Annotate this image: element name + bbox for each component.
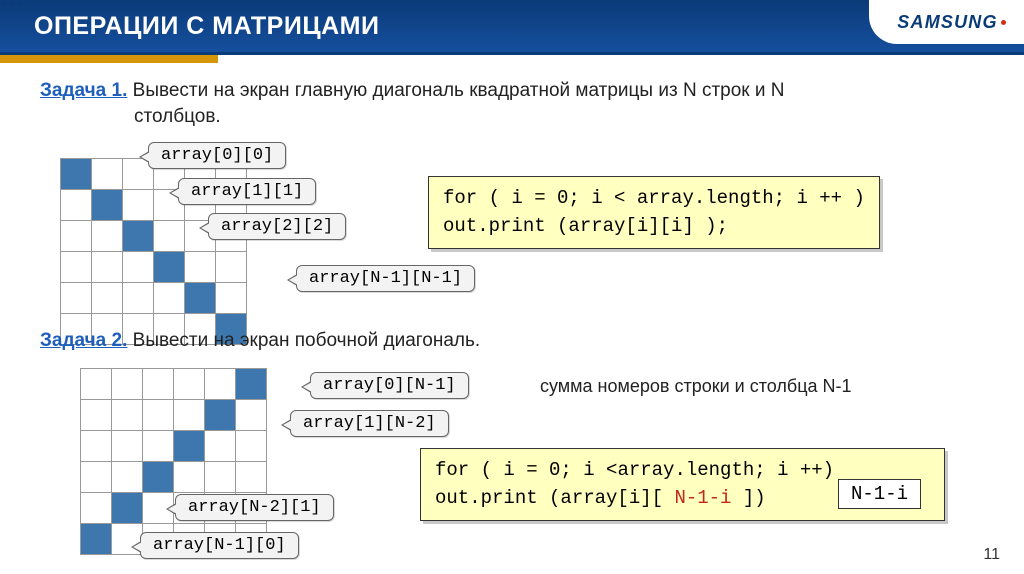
accent-tab — [0, 55, 218, 63]
logo-tab: SAMSUNG — [869, 0, 1024, 44]
slide-title: ОПЕРАЦИИ С МАТРИЦАМИ — [34, 12, 379, 41]
samsung-logo: SAMSUNG — [887, 12, 1005, 33]
callout-array-1-n2: array[1][N-2] — [290, 410, 449, 437]
callout-array-2-2: array[2][2] — [208, 213, 346, 240]
callout-array-0-n1: array[0][N-1] — [310, 372, 469, 399]
header-band: ОПЕРАЦИИ С МАТРИЦАМИ SAMSUNG — [0, 0, 1024, 52]
slide: { "header": { "title": "ОПЕРАЦИИ С МАТРИ… — [0, 0, 1024, 574]
callout-array-n2-1: array[N-2][1] — [175, 494, 334, 521]
task1-label: Задача 1. — [40, 80, 127, 101]
anti-diagonal-grid — [80, 368, 267, 555]
task2-text: Задача 2. Вывести на экран побочной диаг… — [40, 330, 480, 352]
callout-array-n1-n1: array[N-1][N-1] — [296, 265, 475, 292]
callout-array-n1-0: array[N-1][0] — [140, 532, 299, 559]
callout-array-0-0: array[0][0] — [148, 142, 286, 169]
highlight-n-1-i: N-1-i — [838, 479, 921, 509]
callout-array-1-1: array[1][1] — [178, 178, 316, 205]
task1-text: Задача 1. Вывести на экран главную диаго… — [40, 80, 1000, 102]
corner-dots — [2, 2, 23, 7]
task2-note: сумма номеров строки и столбца N-1 — [540, 376, 852, 397]
task2-label: Задача 2. — [40, 330, 127, 351]
task1-code: for ( i = 0; i < array.length; i ++ ) ou… — [428, 176, 880, 249]
page-number: 11 — [983, 546, 1000, 564]
task1-text-line2: столбцов. — [134, 106, 221, 128]
